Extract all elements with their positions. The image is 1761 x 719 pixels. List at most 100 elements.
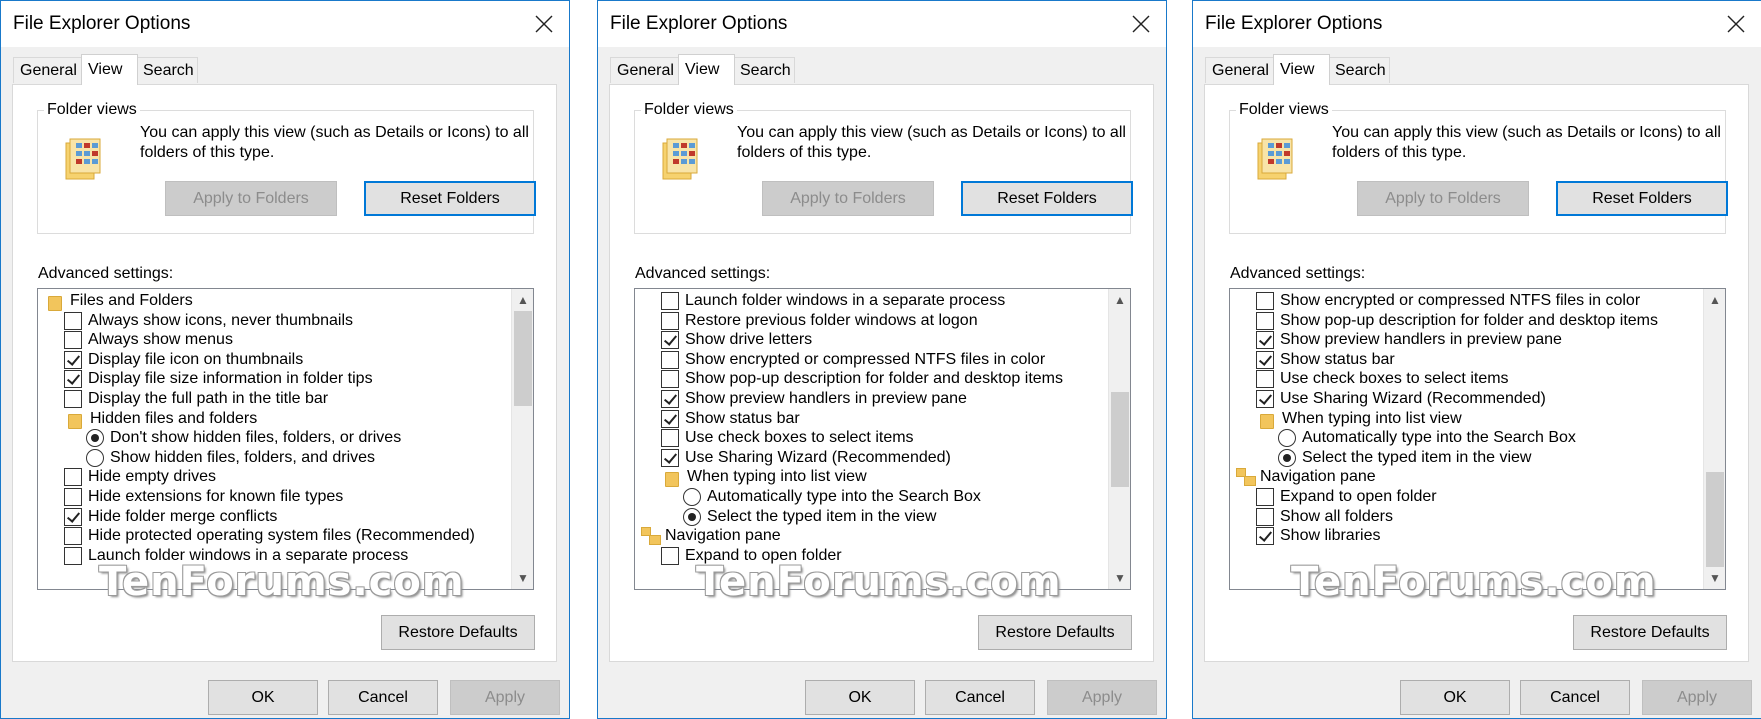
checkbox[interactable] — [64, 468, 82, 487]
checkbox[interactable] — [64, 311, 82, 330]
checkbox[interactable] — [1256, 527, 1274, 546]
checkbox[interactable] — [64, 370, 82, 389]
advanced-settings-list[interactable]: Launch folder windows in a separate proc… — [634, 288, 1131, 590]
restore-defaults-button[interactable]: Restore Defaults — [978, 615, 1132, 650]
checkbox[interactable] — [1256, 331, 1274, 350]
checkbox[interactable] — [661, 311, 679, 330]
scroll-up-icon[interactable]: ▲ — [512, 289, 533, 311]
setting-label: Navigation pane — [1260, 468, 1376, 486]
setting-label: Select the typed item in the view — [1302, 448, 1532, 466]
checkbox[interactable] — [1256, 292, 1274, 310]
checkbox[interactable] — [661, 292, 679, 310]
setting-label: Display file size information in folder … — [88, 370, 373, 388]
radio-button[interactable] — [86, 448, 104, 467]
tab-general[interactable]: General — [1205, 57, 1275, 83]
checkbox[interactable] — [1256, 370, 1274, 389]
scroll-thumb[interactable] — [514, 311, 532, 406]
radio-button[interactable] — [1278, 429, 1296, 448]
apply-button[interactable]: Apply — [1642, 680, 1752, 715]
checkbox[interactable] — [1256, 350, 1274, 369]
checkbox[interactable] — [1256, 390, 1274, 408]
setting-label: Show libraries — [1280, 527, 1381, 545]
tab-general[interactable]: General — [610, 57, 680, 83]
restore-defaults-button[interactable]: Restore Defaults — [381, 615, 535, 650]
advanced-settings-list[interactable]: Show encrypted or compressed NTFS files … — [1229, 288, 1726, 590]
close-button[interactable] — [1717, 5, 1755, 43]
checkbox[interactable] — [64, 390, 82, 408]
setting-label: Restore previous folder windows at logon — [685, 311, 978, 329]
folder-icon — [66, 411, 84, 429]
tab-search[interactable]: Search — [136, 57, 198, 83]
reset-folders-button[interactable]: Reset Folders — [1556, 181, 1728, 216]
checkbox[interactable] — [661, 370, 679, 389]
setting-label: Don't show hidden files, folders, or dri… — [110, 429, 402, 447]
apply-to-folders-button[interactable]: Apply to Folders — [1357, 181, 1529, 216]
ok-button[interactable]: OK — [208, 680, 318, 715]
tab-search[interactable]: Search — [733, 57, 795, 83]
apply-to-folders-button[interactable]: Apply to Folders — [165, 181, 337, 216]
tab-general[interactable]: General — [13, 57, 83, 83]
checkbox[interactable] — [64, 546, 82, 565]
scroll-up-icon[interactable]: ▲ — [1109, 289, 1130, 311]
scroll-thumb[interactable] — [1111, 391, 1129, 487]
checkbox[interactable] — [64, 350, 82, 369]
reset-folders-button[interactable]: Reset Folders — [364, 181, 536, 216]
advanced-settings-list[interactable]: Files and Folders Always show icons, neve… — [37, 288, 534, 590]
scroll-down-icon[interactable]: ▼ — [512, 567, 533, 589]
setting-label: Hide protected operating system files (R… — [88, 527, 475, 545]
ok-button[interactable]: OK — [1400, 680, 1510, 715]
checkbox[interactable] — [64, 331, 82, 350]
cancel-button[interactable]: Cancel — [328, 680, 438, 715]
checkbox[interactable] — [1256, 488, 1274, 506]
folder-icon — [663, 469, 681, 488]
cancel-button[interactable]: Cancel — [925, 680, 1035, 715]
close-button[interactable] — [1122, 5, 1160, 43]
ok-button[interactable]: OK — [805, 680, 915, 715]
file-explorer-options-dialog-3: File Explorer Options General View Searc… — [1192, 0, 1761, 719]
setting-label: Show preview handlers in preview pane — [685, 390, 967, 407]
checkbox[interactable] — [64, 488, 82, 506]
checkbox[interactable] — [661, 390, 679, 408]
checkbox[interactable] — [661, 546, 679, 565]
checkbox[interactable] — [1256, 507, 1274, 526]
setting-label: Use Sharing Wizard (Recommended) — [1280, 390, 1546, 407]
checkbox[interactable] — [64, 527, 82, 546]
apply-to-folders-button[interactable]: Apply to Folders — [762, 181, 934, 216]
checkbox[interactable] — [661, 429, 679, 448]
radio-button[interactable] — [683, 488, 701, 506]
scrollbar[interactable]: ▲ ▼ — [1108, 289, 1130, 589]
setting-label: Show hidden files, folders, and drives — [110, 448, 376, 466]
radio-button[interactable] — [1278, 448, 1296, 467]
scroll-thumb[interactable] — [1706, 472, 1724, 567]
setting-label: Show pop-up description for folder and d… — [1280, 311, 1658, 329]
tab-view[interactable]: View — [1273, 54, 1330, 85]
folder-views-label: Folder views — [1236, 101, 1332, 119]
radio-button[interactable] — [683, 507, 701, 526]
advanced-settings-label: Advanced settings: — [38, 265, 174, 282]
checkbox[interactable] — [661, 350, 679, 369]
radio-button[interactable] — [86, 429, 104, 448]
setting-label: Show status bar — [1280, 350, 1395, 368]
scroll-down-icon[interactable]: ▼ — [1704, 567, 1725, 589]
checkbox[interactable] — [64, 507, 82, 526]
setting-label: Hide empty drives — [88, 468, 217, 486]
apply-button[interactable]: Apply — [1047, 680, 1157, 715]
cancel-button[interactable]: Cancel — [1520, 680, 1630, 715]
close-button[interactable] — [525, 5, 563, 43]
checkbox[interactable] — [1256, 311, 1274, 330]
apply-button[interactable]: Apply — [450, 680, 560, 715]
scrollbar[interactable]: ▲ ▼ — [511, 289, 533, 589]
scroll-down-icon[interactable]: ▼ — [1109, 567, 1130, 589]
tab-view[interactable]: View — [678, 54, 735, 85]
tab-view[interactable]: View — [81, 54, 138, 85]
checkbox[interactable] — [661, 409, 679, 428]
scrollbar[interactable]: ▲ ▼ — [1703, 289, 1725, 589]
scroll-up-icon[interactable]: ▲ — [1704, 289, 1725, 311]
checkbox[interactable] — [661, 448, 679, 467]
tab-search[interactable]: Search — [1328, 57, 1390, 83]
restore-defaults-button[interactable]: Restore Defaults — [1573, 615, 1727, 650]
setting-label: Show pop-up description for folder and d… — [685, 370, 1063, 388]
setting-item[interactable]: Show libraries — [1256, 525, 1380, 547]
checkbox[interactable] — [661, 331, 679, 350]
reset-folders-button[interactable]: Reset Folders — [961, 181, 1133, 216]
